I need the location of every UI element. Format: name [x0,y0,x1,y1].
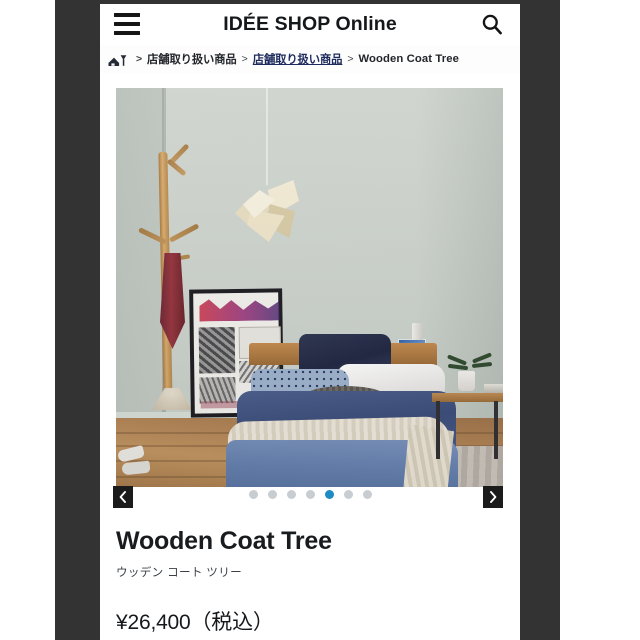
search-icon[interactable] [480,12,504,36]
gallery-dot-active[interactable] [324,490,334,499]
product-info: Wooden Coat Tree ウッデン コート ツリー ¥26,400（税込… [100,527,520,636]
letterbox-band-right [520,0,560,640]
product-gallery [100,73,520,518]
site-brand-title: IDÉE SHOP Online [223,13,397,35]
gallery-dot[interactable] [248,490,258,499]
breadcrumb-item-current: Wooden Coat Tree [358,53,460,65]
gallery-dots [100,490,520,499]
product-price: ¥26,400（税込） [116,610,274,634]
gallery-dot[interactable] [343,490,353,499]
breadcrumb-separator: > [241,53,248,65]
product-image[interactable] [116,88,503,487]
breadcrumb: > 店舗取り扱い商品 > 店舗取り扱い商品 > Wooden Coat Tree [100,45,520,73]
breadcrumb-separator: > [347,53,354,65]
home-icon[interactable] [107,53,128,68]
gallery-next-button[interactable] [483,486,503,508]
gallery-dot[interactable] [362,490,372,499]
gallery-dot[interactable] [305,490,315,499]
gallery-dot[interactable] [286,490,296,499]
mobile-page: IDÉE SHOP Online > 店舗取り扱い商品 > 店舗取り扱い商品 >… [100,0,520,640]
breadcrumb-item-2[interactable]: 店舗取り扱い商品 [253,51,343,67]
product-subtitle: ウッデン コート ツリー [116,565,242,579]
breadcrumb-item-1[interactable]: 店舗取り扱い商品 [147,51,237,67]
breadcrumb-separator: > [136,53,143,65]
site-header: IDÉE SHOP Online [100,4,520,45]
pendant-lamp [235,180,303,242]
screenshot-root: IDÉE SHOP Online > 店舗取り扱い商品 > 店舗取り扱い商品 >… [0,0,640,640]
gallery-dot[interactable] [267,490,277,499]
letterbox-band-left [55,0,100,640]
page-title: Wooden Coat Tree [116,527,332,555]
